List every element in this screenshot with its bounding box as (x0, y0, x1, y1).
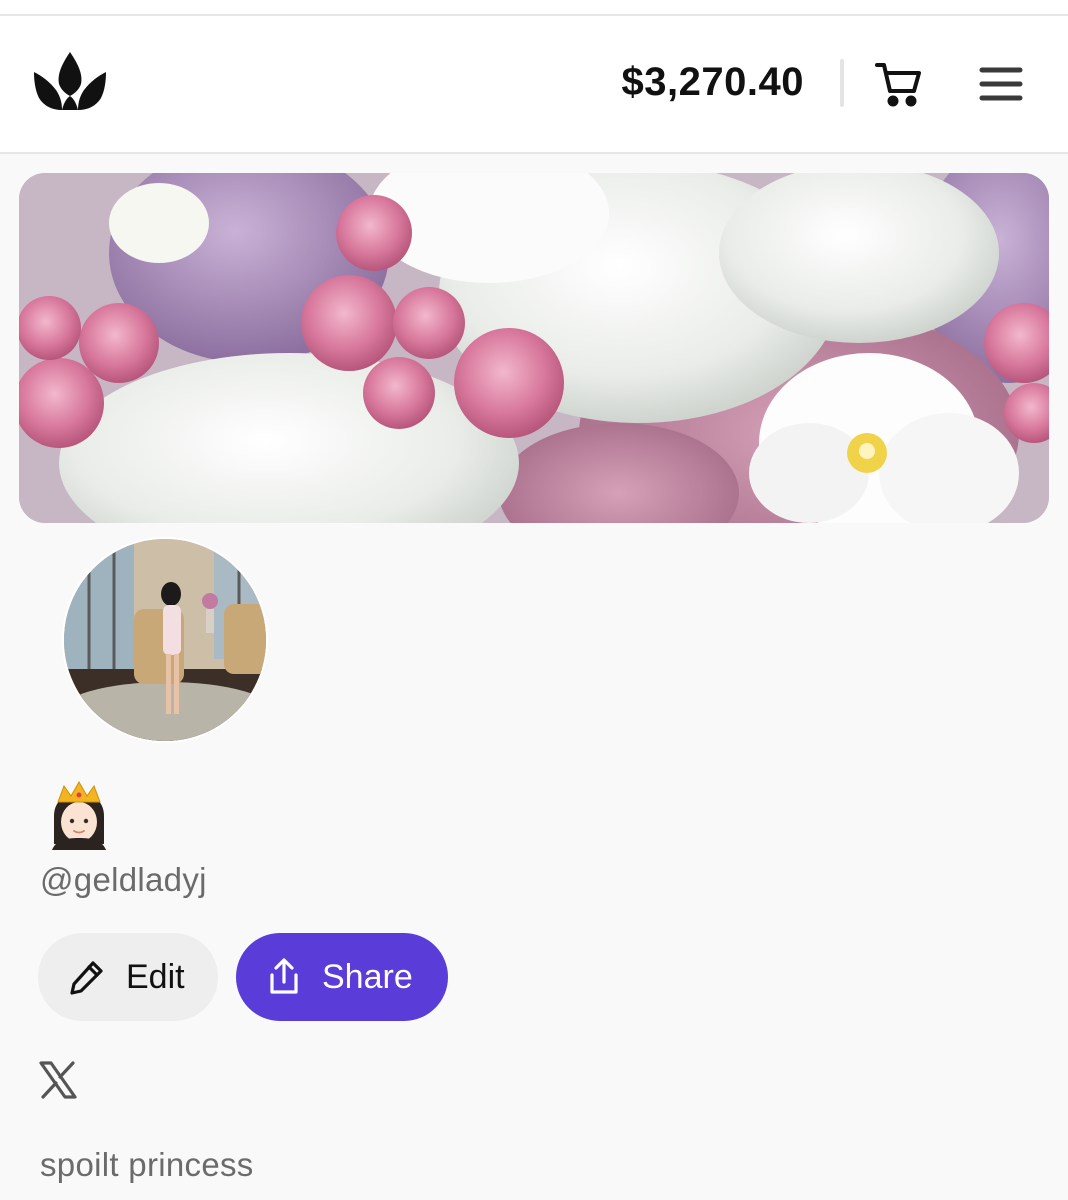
edit-button-label: Edit (126, 957, 185, 996)
princess-emoji-icon: 👸🏻 (44, 780, 114, 850)
top-navbar: $3,270.40 (0, 16, 1068, 154)
crown-logo-icon[interactable] (32, 50, 108, 114)
share-upload-icon (270, 958, 298, 994)
profile-banner-image[interactable] (19, 173, 1049, 523)
edit-profile-button[interactable]: Edit (38, 933, 218, 1021)
x-logo-icon[interactable] (38, 1060, 78, 1100)
profile-handle: @geldladyj (40, 861, 207, 898)
profile-bio: spoilt princess (40, 1146, 254, 1183)
share-button-label: Share (322, 957, 413, 996)
profile-avatar[interactable] (62, 537, 268, 743)
hamburger-menu-icon[interactable] (978, 64, 1024, 104)
nav-divider (840, 59, 844, 107)
pencil-icon (70, 961, 103, 995)
top-strip (0, 0, 1068, 16)
shopping-cart-icon[interactable] (874, 60, 924, 108)
wallet-balance[interactable]: $3,270.40 (622, 60, 804, 105)
share-profile-button[interactable]: Share (236, 933, 448, 1021)
